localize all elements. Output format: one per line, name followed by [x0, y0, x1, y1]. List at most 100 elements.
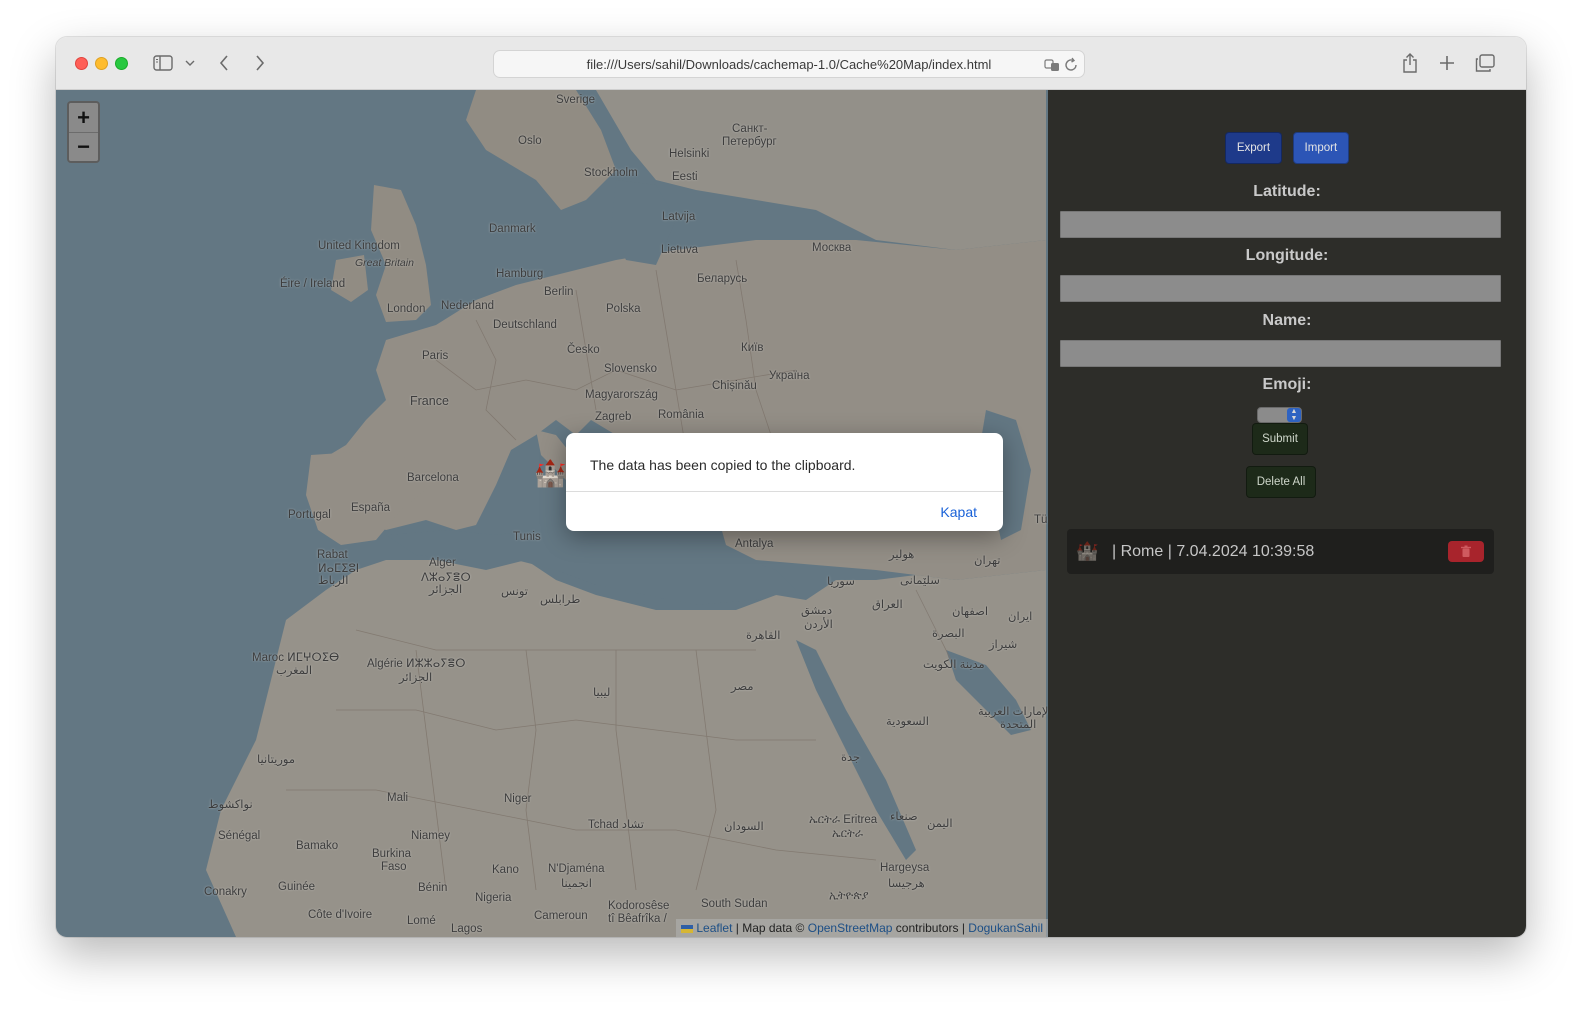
map-label: Berlin	[544, 286, 574, 298]
map-label: صنعاء	[890, 811, 918, 823]
map-label: Rabat	[317, 549, 348, 561]
map-label: Burkina	[372, 848, 411, 860]
map-label: ኤርትራ	[832, 828, 864, 840]
map-label: Portugal	[288, 509, 331, 521]
map-label: Alger	[429, 557, 456, 569]
map-label: Česko	[567, 344, 600, 356]
map-label: España	[351, 502, 391, 514]
map-label: تهران	[974, 555, 1001, 567]
map-label: Eesti	[672, 171, 698, 183]
delete-entry-button[interactable]	[1448, 541, 1484, 562]
sidebar-icon[interactable]	[151, 51, 175, 75]
delete-all-button[interactable]: Delete All	[1246, 466, 1316, 498]
map-label: Tü	[1034, 514, 1048, 526]
castle-marker-icon[interactable]: 🏰	[534, 458, 566, 489]
address-bar[interactable]: file:///Users/sahil/Downloads/cachemap-1…	[493, 50, 1085, 78]
map-label: المتحدة	[1000, 719, 1037, 731]
map-label: Nigeria	[475, 892, 512, 904]
map-label: Polska	[606, 303, 641, 315]
map-label: South Sudan	[701, 898, 768, 910]
translate-icon[interactable]	[1044, 57, 1060, 73]
emoji-select[interactable]: ▲ ▼	[1257, 407, 1302, 423]
export-button[interactable]: Export	[1224, 132, 1283, 164]
url-text[interactable]: file:///Users/sahil/Downloads/cachemap-1…	[494, 57, 1084, 72]
entry-text: | Rome | 7.04.2024 10:39:58	[1112, 543, 1315, 560]
map-label: ኢትዮጵያ	[829, 890, 869, 902]
map-label: هولير	[889, 549, 915, 561]
side-panel: Export Import Latitude: Longitude: Name:…	[1048, 90, 1526, 937]
map-label: تونس	[501, 586, 529, 598]
leaflet-link[interactable]: Leaflet	[696, 921, 732, 935]
import-export-row: Export Import	[1048, 132, 1526, 164]
zoom-out-button[interactable]: −	[69, 132, 98, 161]
map-attribution: Leaflet | Map data © OpenStreetMap contr…	[676, 919, 1048, 937]
map-label: România	[658, 409, 705, 421]
author-link[interactable]: DogukanSahil	[968, 921, 1043, 935]
map-label: Kodorosêse	[608, 900, 670, 912]
osm-link[interactable]: OpenStreetMap	[808, 921, 893, 935]
map-label: العراق	[872, 599, 903, 611]
attribution-text: contributors |	[892, 921, 969, 935]
map-label: السعودية	[886, 716, 929, 728]
map-label: Deutschland	[493, 319, 557, 331]
latitude-label: Latitude:	[1253, 183, 1321, 200]
map-label: Latvija	[662, 211, 696, 223]
map-label: انجمينا	[561, 878, 592, 890]
map-label: N'Djaména	[548, 863, 605, 875]
map-label: Київ	[741, 342, 764, 354]
latitude-input[interactable]	[1060, 211, 1501, 238]
map-label: Chișinău	[712, 380, 757, 392]
trash-icon	[1461, 545, 1471, 557]
forward-icon[interactable]	[251, 51, 269, 75]
map-label: Niger	[504, 793, 532, 805]
map-label: Санкт-	[732, 123, 768, 135]
submit-button[interactable]: Submit	[1252, 423, 1308, 455]
name-label: Name:	[1262, 312, 1312, 329]
map-label: Nederland	[441, 300, 495, 312]
select-arrows-icon: ▲ ▼	[1287, 408, 1301, 422]
map-label: Oslo	[518, 135, 542, 147]
list-item[interactable]: 🏰 | Rome | 7.04.2024 10:39:58	[1067, 529, 1494, 574]
new-tab-icon[interactable]	[1437, 51, 1457, 75]
map-label: البصرة	[932, 628, 965, 640]
map-label: Bénin	[418, 882, 448, 894]
zoom-window-button[interactable]	[115, 57, 128, 70]
close-window-button[interactable]	[75, 57, 88, 70]
back-icon[interactable]	[215, 51, 233, 75]
map-label: اليمن	[927, 818, 953, 830]
tabs-overview-icon[interactable]	[1474, 51, 1496, 75]
import-button[interactable]: Import	[1292, 132, 1350, 164]
chevron-down-icon[interactable]	[183, 51, 197, 75]
map-label: موريتانيا	[257, 754, 296, 766]
ukraine-flag-icon	[681, 924, 694, 933]
reload-icon[interactable]	[1063, 57, 1079, 73]
map-label: الرباط	[318, 575, 349, 587]
map-label: الجزائر	[429, 584, 463, 596]
map-label: Sverige	[556, 94, 595, 106]
map-label: Lagos	[451, 923, 483, 935]
map-label: شیراز	[989, 639, 1018, 651]
map-label: سوريا	[827, 576, 855, 588]
zoom-in-button[interactable]: +	[69, 103, 98, 132]
alert-close-button[interactable]: Kapat	[940, 504, 977, 520]
map-label: Hargeysa	[880, 862, 930, 874]
map-label: United Kingdom	[318, 240, 400, 252]
longitude-input[interactable]	[1060, 275, 1501, 302]
map-label: France	[410, 394, 449, 408]
name-input[interactable]	[1060, 340, 1501, 367]
map-label: الإمارات العربية	[978, 706, 1048, 718]
map-label: Algérie ⵍⵣⵣⴰⵢⴻⵔ	[367, 658, 466, 670]
share-icon[interactable]	[1400, 51, 1420, 75]
browser-window: file:///Users/sahil/Downloads/cachemap-1…	[56, 37, 1526, 937]
map-label: Zagreb	[595, 411, 632, 423]
map-label: Москва	[812, 242, 852, 254]
zoom-control: + −	[67, 101, 100, 163]
map-label: الجزائر	[399, 672, 433, 684]
map-label: ایران	[1008, 611, 1033, 623]
map-label: جدة	[841, 752, 861, 764]
map-label: Hamburg	[496, 268, 544, 280]
map-label: London	[387, 303, 426, 315]
map-label: Sénégal	[218, 830, 261, 842]
minimize-window-button[interactable]	[95, 57, 108, 70]
map-label: سلێمانی	[900, 575, 940, 587]
